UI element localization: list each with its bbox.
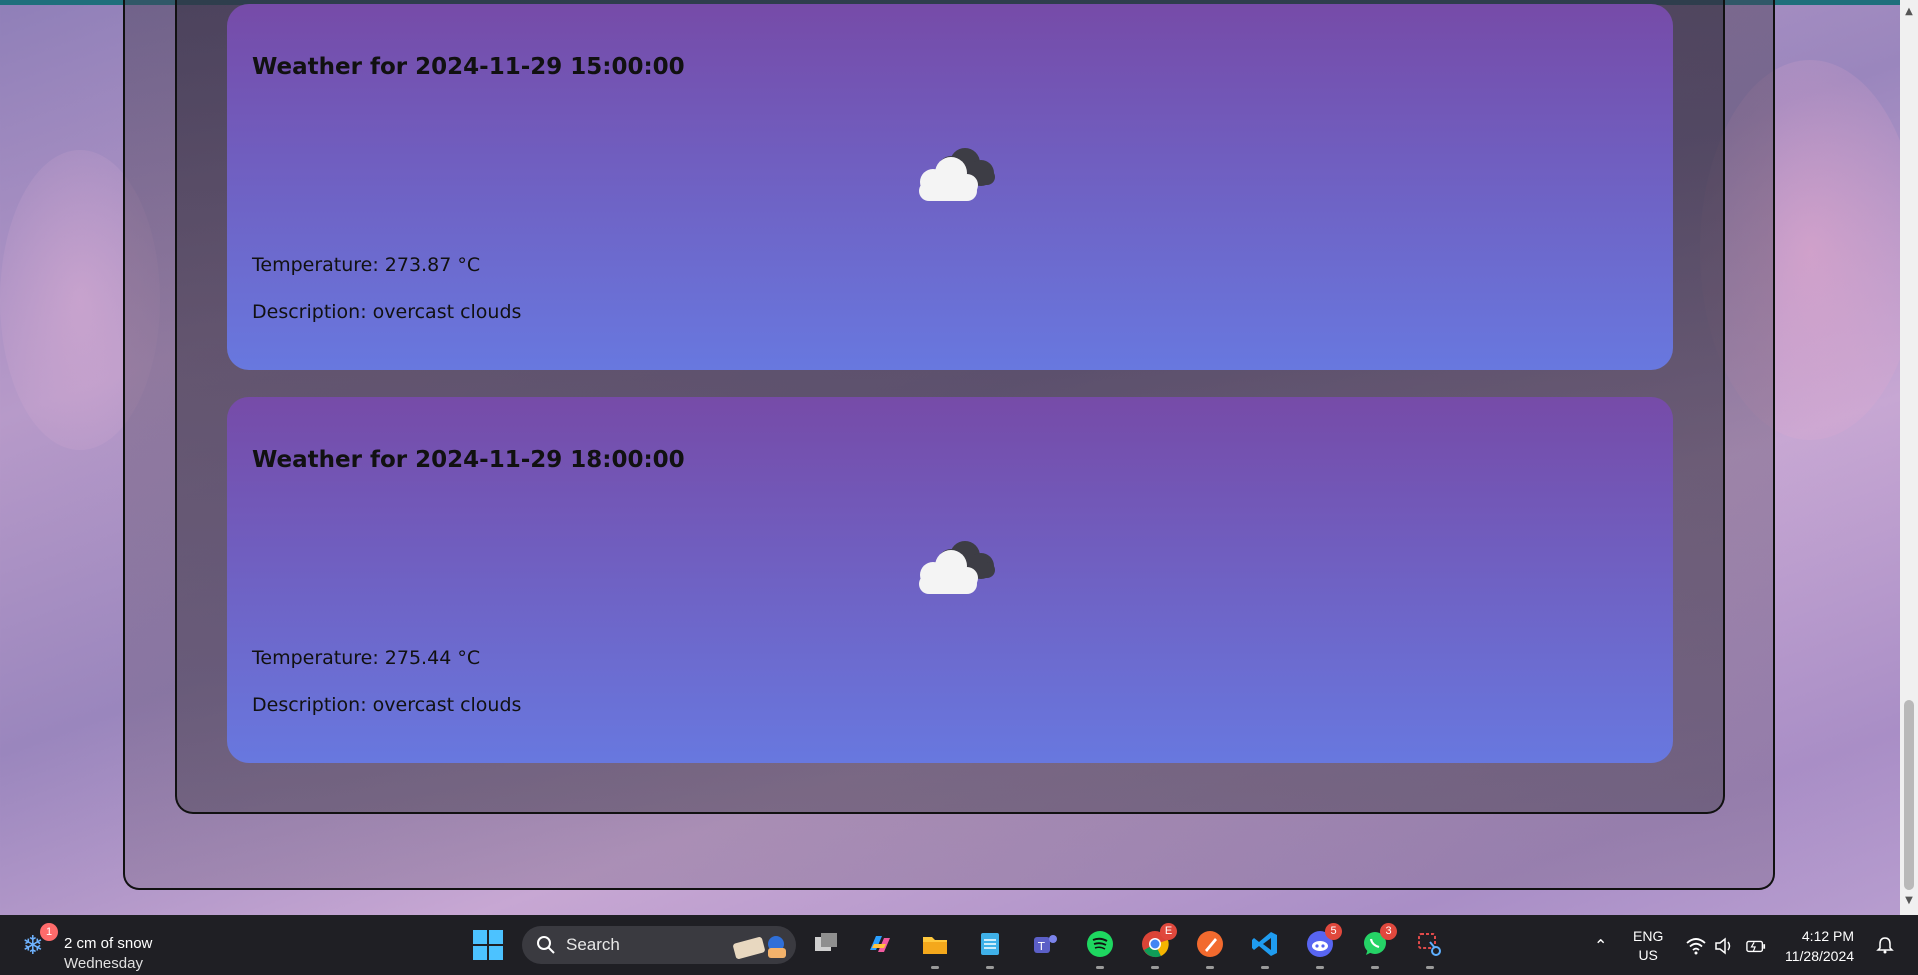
teams-icon: T <box>1034 935 1057 953</box>
input-language-indicator[interactable]: ENG US <box>1633 927 1663 965</box>
forecast-temperature: Temperature: 275.44 °C <box>252 647 481 669</box>
taskbar-search-box[interactable]: Search <box>522 926 796 964</box>
scroll-down-arrow-icon[interactable]: ▼ <box>1900 895 1918 911</box>
svg-text:T: T <box>1037 940 1045 953</box>
running-indicator <box>1426 966 1434 969</box>
discord-button[interactable]: 5 <box>1301 923 1342 969</box>
spotify-icon <box>1087 931 1113 957</box>
scroll-up-arrow-icon[interactable]: ▲ <box>1900 6 1918 22</box>
task-view-icon <box>815 933 837 951</box>
search-highlight-art-icon <box>733 936 786 959</box>
battery-icon[interactable] <box>1746 937 1766 955</box>
notepad-button[interactable] <box>971 925 1009 969</box>
task-view-button[interactable] <box>807 925 845 963</box>
search-label: Search <box>566 935 620 954</box>
chrome-button[interactable]: E <box>1136 923 1177 969</box>
running-indicator <box>1151 966 1159 969</box>
teams-button[interactable]: T <box>1026 925 1064 963</box>
scrollbar-thumb[interactable] <box>1904 700 1914 890</box>
windows-start-icon[interactable] <box>472 929 504 961</box>
region-code: US <box>1638 947 1658 963</box>
volume-icon[interactable] <box>1714 937 1734 955</box>
vscode-icon <box>1252 932 1277 956</box>
notification-bell-icon[interactable] <box>1876 936 1894 954</box>
vscode-button[interactable] <box>1246 925 1284 969</box>
snipping-tool-icon <box>1418 933 1441 956</box>
weather-day: Wednesday <box>64 955 143 972</box>
running-indicator <box>986 966 994 969</box>
chrome-badge: E <box>1160 923 1177 940</box>
weather-condition: 2 cm of snow <box>64 935 153 952</box>
folder-icon <box>923 937 947 954</box>
forecast-card: Weather for 2024-11-29 18:00:00 Temperat… <box>227 397 1673 763</box>
running-indicator <box>1371 966 1379 969</box>
file-explorer-button[interactable] <box>916 925 954 969</box>
whatsapp-badge: 3 <box>1380 923 1397 940</box>
show-hidden-icons-chevron-icon[interactable]: ⌃ <box>1594 936 1607 955</box>
running-indicator <box>1316 966 1324 969</box>
forecast-description: Description: overcast clouds <box>252 694 522 716</box>
copilot-button[interactable] <box>861 925 899 963</box>
forecast-temperature: Temperature: 273.87 °C <box>252 254 481 276</box>
weather-widget[interactable]: ❄ 1 2 cm of snow Wednesday <box>22 923 182 972</box>
discord-badge: 5 <box>1325 923 1342 940</box>
copilot-icon <box>870 936 890 952</box>
whatsapp-button[interactable]: 3 <box>1356 923 1397 969</box>
clock-date: 11/28/2024 <box>1785 948 1855 964</box>
running-indicator <box>1096 966 1104 969</box>
forecast-card-title: Weather for 2024-11-29 15:00:00 <box>252 54 685 80</box>
vertical-scrollbar[interactable]: ▲ ▼ <box>1900 0 1918 915</box>
spotify-button[interactable] <box>1081 925 1119 969</box>
forecast-card: Weather for 2024-11-29 15:00:00 Temperat… <box>227 4 1673 370</box>
forecast-description: Description: overcast clouds <box>252 301 522 323</box>
search-icon <box>537 936 555 954</box>
taskbar: ❄ 1 2 cm of snow Wednesday Search T E 5 … <box>0 915 1918 975</box>
wifi-icon[interactable] <box>1686 937 1706 955</box>
language-code: ENG <box>1633 928 1664 944</box>
running-indicator <box>931 966 939 969</box>
overcast-cloud-icon <box>919 541 995 594</box>
clock-time: 4:12 PM <box>1801 928 1855 944</box>
running-indicator <box>1206 966 1214 969</box>
pen-app-button[interactable] <box>1191 925 1229 969</box>
snipping-tool-button[interactable] <box>1411 925 1449 969</box>
running-indicator <box>1261 966 1269 969</box>
pen-icon <box>1197 931 1223 957</box>
forecast-card-title: Weather for 2024-11-29 18:00:00 <box>252 447 685 473</box>
weather-notification-badge: 1 <box>40 923 58 941</box>
overcast-cloud-icon <box>919 148 995 201</box>
notepad-icon <box>981 933 999 955</box>
system-clock[interactable]: 4:12 PM 11/28/2024 <box>1785 926 1854 966</box>
